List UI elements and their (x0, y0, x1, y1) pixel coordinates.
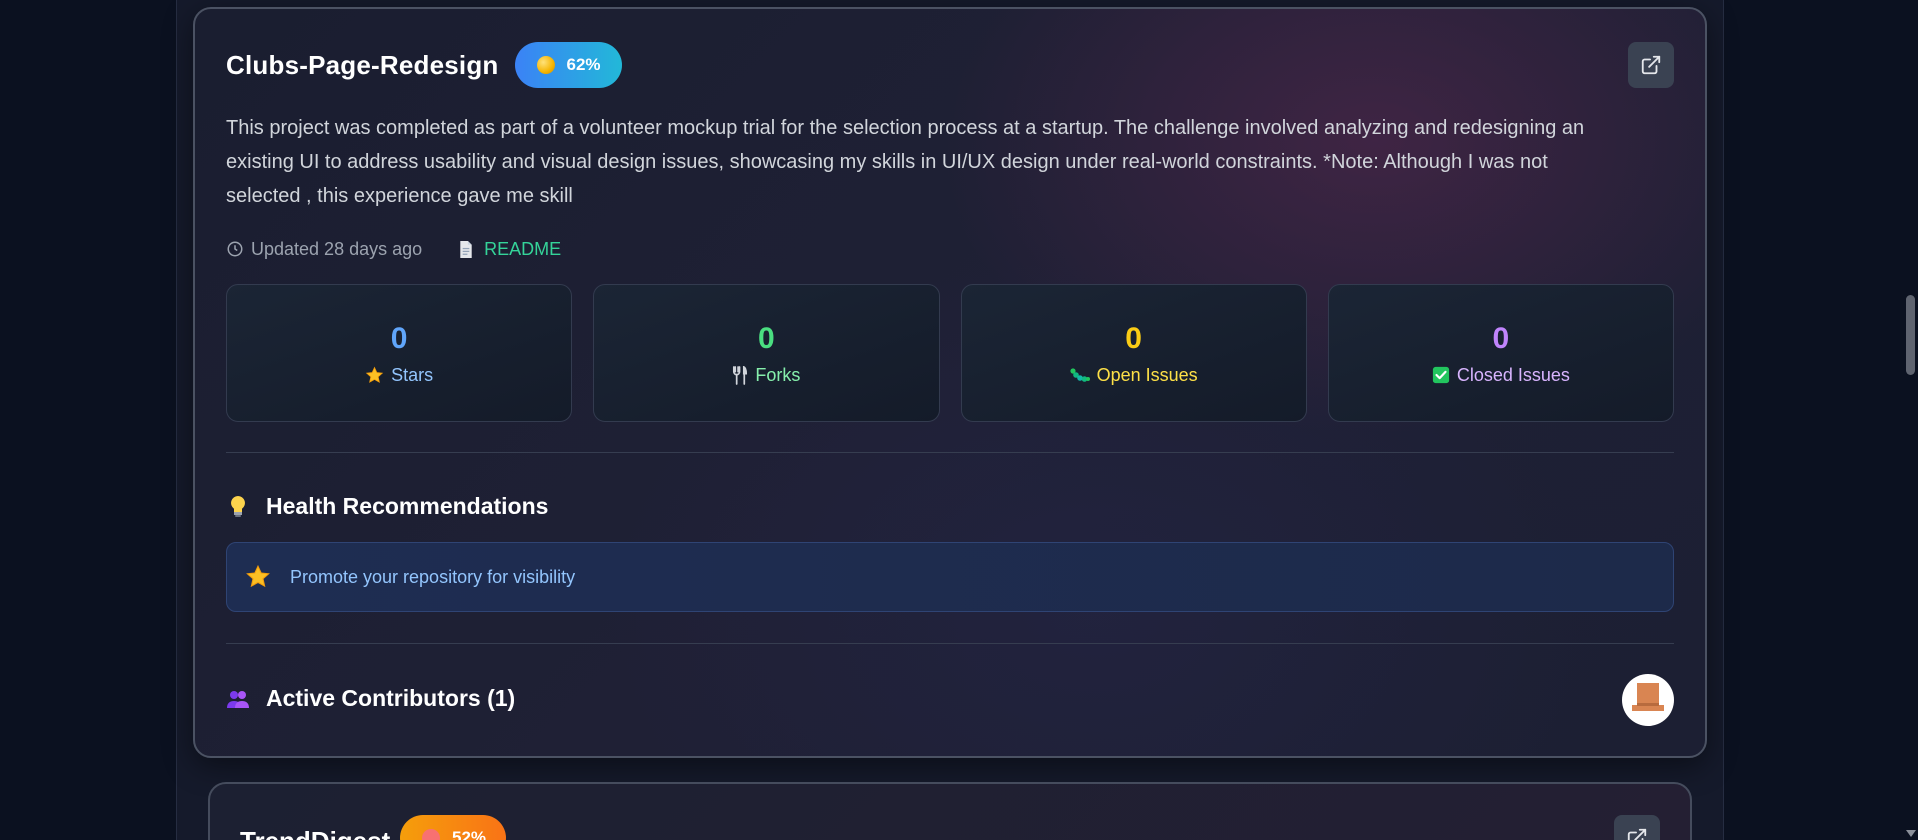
page-scrollbar[interactable] (1903, 0, 1918, 840)
readme-label: README (484, 238, 562, 259)
lightbulb-icon (226, 495, 250, 519)
recommendation-text: Promote your repository for visibility (290, 566, 576, 587)
updated-text: Updated 28 days ago (251, 238, 423, 259)
stat-forks: 0 Forks (593, 284, 940, 422)
repo-meta: Updated 28 days ago README (226, 234, 561, 264)
forks-count: 0 (758, 321, 775, 355)
repo-description: This project was completed as part of a … (226, 117, 1585, 207)
stat-open-issues: 0 Open Issues (960, 284, 1307, 422)
health-recommendations-heading: Health Recommendations (226, 493, 548, 520)
scrollbar-thumb[interactable] (1906, 295, 1915, 375)
health-recommendations-title: Health Recommendations (266, 493, 549, 519)
repo-title[interactable]: Clubs-Page-Redesign (226, 50, 499, 81)
stats-grid: 0 Stars 0 Forks 0 Open Issues 0 Closed I… (226, 284, 1674, 422)
updated-info: Updated 28 days ago (226, 239, 422, 260)
next-health-status-icon (422, 829, 440, 840)
next-repo-title[interactable]: TrendDigest (240, 826, 390, 840)
document-icon (460, 240, 472, 258)
clock-icon (227, 241, 243, 257)
next-open-external-button[interactable] (1614, 815, 1660, 840)
open-external-button[interactable] (1628, 42, 1674, 88)
active-contributors-title: Active Contributors (1) (266, 685, 516, 711)
open-issues-label: Open Issues (1096, 364, 1198, 385)
stars-count: 0 (390, 321, 408, 355)
forks-label-row: Forks (732, 365, 800, 386)
closed-issues-count: 0 (1492, 321, 1510, 355)
stat-stars: 0 Stars (226, 284, 573, 422)
section-divider (226, 643, 1674, 644)
caterpillar-icon (1069, 368, 1090, 382)
health-status-icon (536, 56, 555, 74)
recommendation-item: Promote your repository for visibility (226, 542, 1674, 612)
next-health-score-badge: 52% (400, 815, 507, 840)
external-link-icon (1627, 828, 1647, 840)
forks-label: Forks (755, 364, 801, 385)
repo-card: Clubs-Page-Redesign 62% This project was… (193, 7, 1707, 758)
stars-label-row: Stars (365, 365, 433, 386)
check-box-icon (1432, 366, 1449, 384)
stars-label: Stars (391, 364, 434, 385)
star-icon (365, 366, 384, 383)
avatar-image (1632, 683, 1664, 711)
closed-issues-label: Closed Issues (1456, 364, 1570, 385)
fork-knife-icon (733, 365, 748, 385)
repo-card-next: TrendDigest 52% (208, 782, 1692, 840)
next-health-score-value: 52% (452, 828, 487, 840)
health-score-value: 62% (566, 55, 601, 74)
readme-link[interactable]: README (458, 239, 561, 260)
closed-issues-label-row: Closed Issues (1432, 365, 1570, 386)
active-contributors-heading: Active Contributors (1) (226, 685, 515, 712)
section-divider (226, 452, 1674, 453)
open-issues-count: 0 (1125, 321, 1142, 355)
people-icon (226, 689, 250, 709)
scroll-down-arrow-icon[interactable] (1906, 830, 1916, 837)
open-issues-label-row: Open Issues (1069, 364, 1198, 386)
repo-card-header: Clubs-Page-Redesign 62% (226, 42, 622, 88)
contributor-avatar[interactable] (1622, 674, 1674, 726)
health-score-badge: 62% (514, 42, 622, 88)
star-icon (246, 564, 270, 588)
external-link-icon (1641, 55, 1661, 75)
stat-closed-issues: 0 Closed Issues (1327, 284, 1674, 422)
